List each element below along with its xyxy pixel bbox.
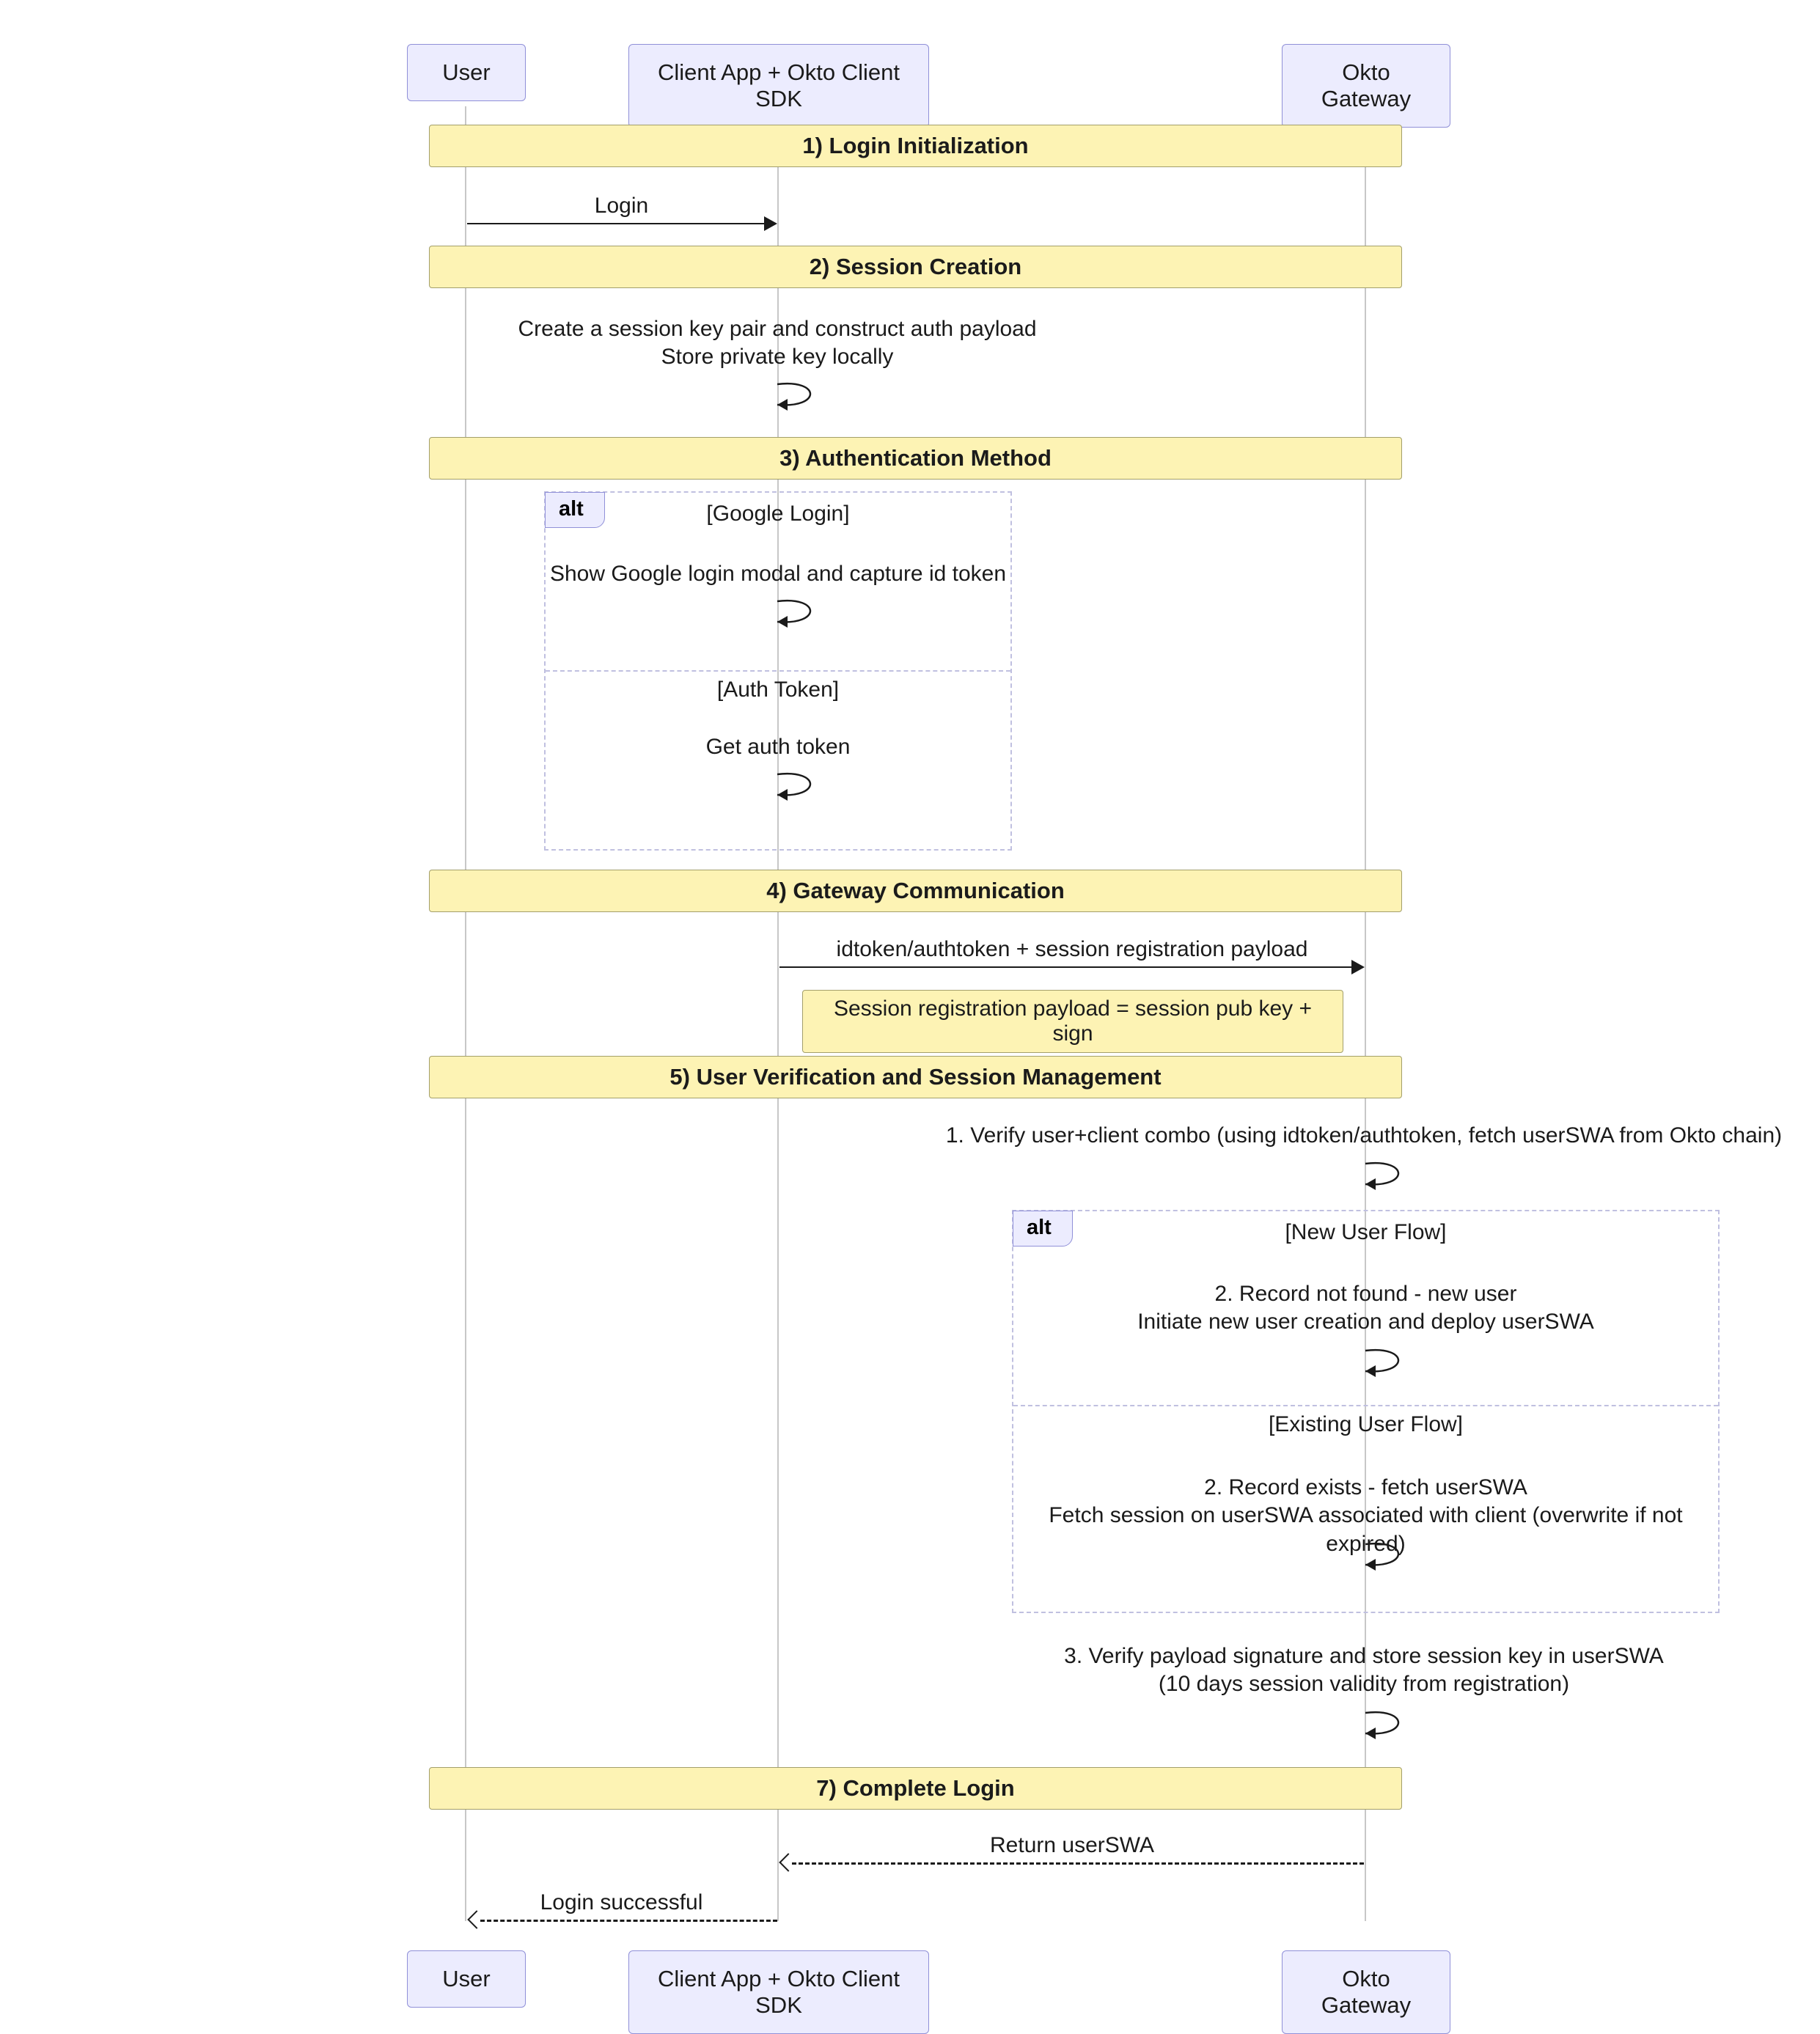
msg-login-ok: Login successful xyxy=(466,1889,777,1917)
sequence-diagram: User Client App + Okto Client SDK Okto G… xyxy=(0,0,1820,2024)
alt-guard-new-user: [New User Flow] xyxy=(1013,1220,1718,1245)
text: Get auth token xyxy=(706,735,851,759)
text: Login successful xyxy=(540,1890,703,1914)
self-loop-icon xyxy=(763,592,829,636)
phase-2: 2) Session Creation xyxy=(429,246,1402,288)
phase-1: 1) Login Initialization xyxy=(429,125,1402,167)
text: 2. Record not found - new user Initiate … xyxy=(1137,1282,1594,1334)
phase-label: 7) Complete Login xyxy=(816,1775,1014,1801)
text: 1. Verify user+client combo (using idtok… xyxy=(946,1123,1782,1148)
arrow-client-to-gateway xyxy=(779,966,1351,968)
msg-session-create: Create a session key pair and construct … xyxy=(466,315,1089,372)
actor-label: User xyxy=(442,1966,490,1991)
self-loop-icon xyxy=(763,765,829,809)
msg-auth-token: Get auth token xyxy=(544,733,1012,761)
text: Create a session key pair and construct … xyxy=(518,317,1036,369)
self-loop-icon xyxy=(1351,1155,1417,1199)
msg-google-login: Show Google login modal and capture id t… xyxy=(544,560,1012,588)
phase-5: 5) User Verification and Session Managem… xyxy=(429,1056,1402,1098)
msg-return-swa: Return userSWA xyxy=(779,1832,1365,1859)
text: [Existing User Flow] xyxy=(1269,1412,1463,1436)
text: [New User Flow] xyxy=(1285,1220,1446,1244)
text: Session registration payload = session p… xyxy=(834,996,1312,1046)
actor-label: User xyxy=(442,59,490,85)
actor-label: Client App + Okto Client SDK xyxy=(658,59,900,111)
phase-label: 4) Gateway Communication xyxy=(766,878,1065,903)
self-loop-icon xyxy=(1351,1342,1417,1386)
phase-label: 2) Session Creation xyxy=(810,254,1021,279)
alt-divider xyxy=(546,670,1010,672)
arrow-user-to-client xyxy=(467,223,764,224)
text: [Auth Token] xyxy=(717,678,839,702)
actor-client-bottom: Client App + Okto Client SDK xyxy=(628,1950,929,2034)
actor-label: Client App + Okto Client SDK xyxy=(658,1966,900,2018)
msg-new-user: 2. Record not found - new user Initiate … xyxy=(1012,1280,1720,1337)
text: Login xyxy=(595,194,648,218)
phase-label: 3) Authentication Method xyxy=(779,445,1052,471)
actor-gateway-top: Okto Gateway xyxy=(1282,44,1450,128)
text: 2. Record exists - fetch userSWA Fetch s… xyxy=(1049,1475,1682,1556)
arrow-gateway-to-client xyxy=(792,1862,1364,1865)
arrowhead-icon xyxy=(1351,960,1365,974)
actor-gateway-bottom: Okto Gateway xyxy=(1282,1950,1450,2034)
phase-7: 7) Complete Login xyxy=(429,1767,1402,1810)
phase-label: 1) Login Initialization xyxy=(802,133,1028,158)
note-reg-payload: Session registration payload = session p… xyxy=(802,990,1343,1053)
msg-login: Login xyxy=(466,192,777,220)
arrow-client-to-user xyxy=(480,1920,777,1922)
self-loop-icon xyxy=(1351,1704,1417,1748)
phase-3: 3) Authentication Method xyxy=(429,437,1402,480)
actor-user-top: User xyxy=(407,44,526,101)
self-loop-icon xyxy=(763,375,829,419)
actor-label: Okto Gateway xyxy=(1321,59,1411,111)
text: [Google Login] xyxy=(706,502,849,526)
msg-existing-user: 2. Record exists - fetch userSWA Fetch s… xyxy=(1012,1474,1720,1558)
alt-guard-existing-user: [Existing User Flow] xyxy=(1013,1412,1718,1437)
msg-verify-3: 3. Verify payload signature and store se… xyxy=(924,1642,1804,1699)
phase-4: 4) Gateway Communication xyxy=(429,870,1402,912)
text: 3. Verify payload signature and store se… xyxy=(1064,1644,1664,1696)
alt-divider xyxy=(1013,1405,1718,1406)
msg-verify-1: 1. Verify user+client combo (using idtok… xyxy=(924,1122,1804,1150)
msg-gateway-send: idtoken/authtoken + session registration… xyxy=(779,936,1365,963)
text: Show Google login modal and capture id t… xyxy=(550,562,1006,586)
alt-guard-token: [Auth Token] xyxy=(546,678,1010,702)
actor-user-bottom: User xyxy=(407,1950,526,2008)
text: idtoken/authtoken + session registration… xyxy=(837,937,1308,961)
phase-label: 5) User Verification and Session Managem… xyxy=(669,1064,1161,1090)
actor-client-top: Client App + Okto Client SDK xyxy=(628,44,929,128)
actor-label: Okto Gateway xyxy=(1321,1966,1411,2018)
lifeline-user xyxy=(465,106,466,1921)
arrowhead-icon xyxy=(764,216,777,231)
text: Return userSWA xyxy=(990,1833,1154,1857)
alt-guard-google: [Google Login] xyxy=(546,502,1010,526)
